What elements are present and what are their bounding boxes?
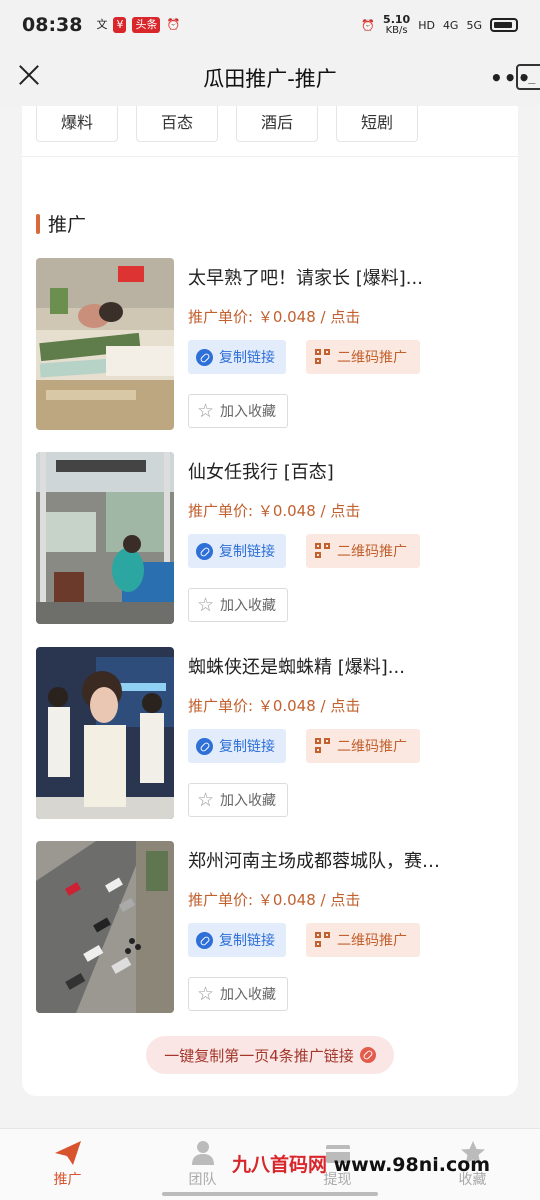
thumbnail-image[interactable]: [36, 647, 174, 819]
item-price: 推广单价: ￥0.048 / 点击: [188, 308, 361, 326]
add-favorite-button[interactable]: ☆ 加入收藏: [188, 977, 288, 1011]
qr-code-icon: [315, 932, 331, 948]
add-favorite-label: 加入收藏: [220, 404, 277, 420]
alarm-icon: ⏰: [166, 18, 181, 31]
qr-code-icon: [315, 738, 331, 754]
signal-5g-icon: 5G: [466, 18, 482, 32]
item-price: 推广单价: ￥0.048 / 点击: [188, 502, 361, 520]
list-item[interactable]: 仙女任我行 [百态] 推广单价: ￥0.048 / 点击 复制链接 二维码推广 …: [36, 452, 518, 628]
link-icon: [196, 737, 213, 755]
copy-link-button[interactable]: 复制链接: [188, 340, 286, 374]
link-icon: [196, 542, 213, 560]
qr-promote-label: 二维码推广: [337, 933, 407, 949]
tab-promote[interactable]: 推广: [0, 1129, 135, 1200]
section-accent-bar: [36, 213, 40, 234]
copy-link-button[interactable]: 复制链接: [188, 729, 286, 763]
signal-4g-icon: 4G: [442, 18, 459, 32]
copy-all-label: 一键复制第一页4条推广链接: [164, 1046, 354, 1065]
battery-icon: [490, 18, 518, 32]
alarm-clock-icon: ⏰: [361, 18, 376, 32]
translate-icon: 文: [96, 18, 108, 31]
status-right: ⏰ 5.10 KB/s HD 4G 5G: [361, 14, 518, 36]
qr-promote-button[interactable]: 二维码推广: [306, 340, 420, 374]
add-favorite-label: 加入收藏: [220, 598, 277, 614]
item-title[interactable]: 蜘蛛侠还是蜘蛛精 [爆料]...: [188, 653, 508, 679]
qr-promote-label: 二维码推广: [337, 544, 407, 560]
home-indicator[interactable]: [162, 1192, 378, 1196]
category-chips: 爆料 百态 酒后 短剧: [36, 106, 418, 142]
watermark: 九八首码网 www.98ni.com: [232, 1154, 491, 1176]
item-price: 推广单价: ￥0.048 / 点击: [188, 891, 361, 909]
content-card: 爆料 百态 酒后 短剧 推广 太早熟了吧！请家长 [爆料]... 推广单价: ￥…: [22, 106, 518, 1096]
divider: [22, 156, 518, 157]
category-chip[interactable]: 爆料: [36, 106, 118, 142]
content-area: 爆料 百态 酒后 短剧 推广 太早熟了吧！请家长 [爆料]... 推广单价: ￥…: [0, 106, 540, 1128]
qr-promote-label: 二维码推广: [337, 350, 407, 366]
copy-link-label: 复制链接: [219, 350, 275, 366]
link-icon: [196, 348, 213, 366]
net-speed: 5.10 KB/s: [383, 13, 411, 36]
copy-link-label: 复制链接: [219, 933, 275, 949]
thumbnail-image[interactable]: [36, 258, 174, 430]
item-title[interactable]: 郑州河南主场成都蓉城队，赛…: [188, 847, 508, 873]
hd-icon: HD: [418, 18, 435, 32]
add-favorite-label: 加入收藏: [220, 793, 277, 809]
close-icon[interactable]: [18, 64, 40, 86]
paper-plane-icon: [54, 1141, 81, 1165]
category-chip[interactable]: 短剧: [336, 106, 418, 142]
tab-label: 推广: [53, 1172, 82, 1188]
terminal-icon[interactable]: >_: [516, 64, 540, 90]
thumbnail-image[interactable]: [36, 452, 174, 624]
news-notification-icon: 头条: [132, 17, 161, 33]
nav-bar: 瓜田推广-推广 ••• >_: [0, 50, 540, 106]
page-title: 瓜田推广-推广: [203, 67, 337, 91]
add-favorite-label: 加入收藏: [220, 987, 277, 1003]
qr-code-icon: [315, 543, 331, 559]
team-icon: [191, 1141, 214, 1165]
qr-promote-button[interactable]: 二维码推广: [306, 729, 420, 763]
tab-label: 团队: [188, 1172, 217, 1188]
add-favorite-button[interactable]: ☆ 加入收藏: [188, 394, 288, 428]
status-time: 08:38: [22, 14, 83, 36]
link-icon: [359, 1047, 376, 1063]
qr-promote-label: 二维码推广: [337, 739, 407, 755]
status-bar: 08:38 文 ¥ 头条 ⏰ ⏰ 5.10 KB/s HD 4G 5G: [0, 0, 540, 50]
list-item[interactable]: 郑州河南主场成都蓉城队，赛… 推广单价: ￥0.048 / 点击 复制链接 二维…: [36, 841, 518, 1017]
category-chip[interactable]: 酒后: [236, 106, 318, 142]
section-title: 推广: [48, 214, 87, 236]
add-favorite-button[interactable]: ☆ 加入收藏: [188, 588, 288, 622]
item-title[interactable]: 仙女任我行 [百态]: [188, 458, 508, 484]
add-favorite-button[interactable]: ☆ 加入收藏: [188, 783, 288, 817]
qr-promote-button[interactable]: 二维码推广: [306, 534, 420, 568]
star-icon: ☆: [197, 982, 215, 1005]
star-icon: ☆: [197, 788, 215, 811]
copy-link-button[interactable]: 复制链接: [188, 534, 286, 568]
thumbnail-image[interactable]: [36, 841, 174, 1013]
qr-code-icon: [315, 349, 331, 365]
star-icon: ☆: [197, 399, 215, 422]
copy-link-label: 复制链接: [219, 544, 275, 560]
copy-link-button[interactable]: 复制链接: [188, 923, 286, 957]
list-item[interactable]: 蜘蛛侠还是蜘蛛精 [爆料]... 推广单价: ￥0.048 / 点击 复制链接 …: [36, 647, 518, 823]
qr-promote-button[interactable]: 二维码推广: [306, 923, 420, 957]
star-icon: ☆: [197, 593, 215, 616]
category-chip[interactable]: 百态: [136, 106, 218, 142]
section-header: 推广: [36, 210, 86, 237]
link-icon: [196, 931, 213, 949]
copy-link-label: 复制链接: [219, 739, 275, 755]
copy-all-links-button[interactable]: 一键复制第一页4条推广链接: [146, 1036, 394, 1074]
item-title[interactable]: 太早熟了吧！请家长 [爆料]...: [188, 264, 508, 290]
list-item[interactable]: 太早熟了吧！请家长 [爆料]... 推广单价: ￥0.048 / 点击 复制链接…: [36, 258, 518, 434]
app-notification-icon: ¥: [113, 17, 127, 33]
notification-icons: 文 ¥ 头条 ⏰: [96, 17, 180, 33]
item-price: 推广单价: ￥0.048 / 点击: [188, 697, 361, 715]
